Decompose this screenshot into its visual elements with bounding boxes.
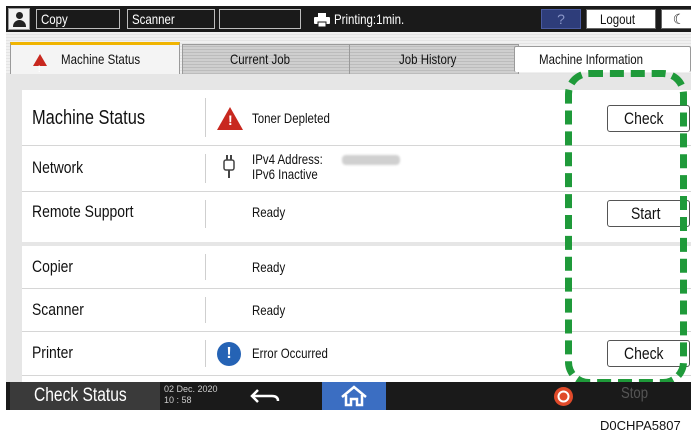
divider — [205, 154, 206, 183]
network-status: IPv4 Address: IPv6 Inactive — [252, 151, 401, 182]
moon-icon: ☾ — [672, 11, 686, 27]
empty-app-button[interactable] — [219, 9, 301, 29]
figure-caption: D0CHPA5807 — [600, 418, 681, 433]
copy-button[interactable]: Copy — [36, 9, 120, 29]
printer-icon — [314, 13, 330, 28]
divider — [205, 200, 206, 228]
row-status: Ready — [252, 259, 286, 275]
logout-label: Logout — [599, 11, 635, 27]
top-bar: Copy Scanner Printing:1min. ? Logout ☾ — [6, 6, 691, 32]
warning-icon — [217, 107, 243, 130]
row-label: Copier — [32, 257, 74, 276]
printing-status-text: Printing:1min. — [334, 11, 405, 27]
help-button[interactable]: ? — [541, 9, 581, 29]
scanner-button[interactable]: Scanner — [127, 9, 215, 29]
tab-machine-status[interactable]: Machine Status — [10, 42, 180, 83]
bottom-bar: Check Status 02 Dec. 2020 10 : 58 Stop — [6, 382, 691, 410]
copy-label: Copy — [41, 11, 68, 27]
redacted-ip-address — [342, 155, 401, 166]
tab-machine-information[interactable]: Machine Information — [514, 46, 691, 72]
row-label: Printer — [32, 343, 74, 362]
tab-job-history[interactable]: Job History — [349, 44, 519, 74]
check-status-button[interactable]: Check Status — [10, 382, 160, 410]
divider — [205, 340, 206, 367]
row-status: Toner Depleted — [252, 110, 330, 126]
row-status: Error Occurred — [252, 345, 328, 361]
logout-button[interactable]: Logout — [586, 9, 656, 29]
home-button[interactable] — [322, 382, 386, 410]
divider — [205, 98, 206, 137]
date-text: 02 Dec. 2020 — [164, 384, 218, 394]
ipv6-status: IPv6 Inactive — [252, 166, 318, 182]
stop-icon[interactable] — [554, 387, 573, 406]
tab-label: Machine Information — [539, 51, 644, 67]
tab-label: Job History — [398, 51, 457, 67]
date-time: 02 Dec. 2020 10 : 58 — [164, 384, 218, 406]
row-label: Network — [32, 158, 84, 177]
ipv4-address-label: IPv4 Address: — [252, 151, 323, 167]
tab-label: Current Job — [230, 51, 291, 67]
network-plug-icon — [223, 155, 235, 178]
time-text: 10 : 58 — [164, 395, 192, 405]
row-status: Ready — [252, 302, 286, 318]
row-status: Ready — [252, 204, 286, 220]
warning-icon — [32, 54, 47, 83]
row-label: Scanner — [32, 300, 84, 319]
info-icon: ! — [217, 342, 241, 366]
home-icon — [341, 385, 367, 407]
tab-label: Machine Status — [60, 51, 140, 67]
night-mode-button[interactable]: ☾ — [661, 9, 691, 29]
row-label: Machine Status — [32, 107, 146, 129]
tab-current-job[interactable]: Current Job — [182, 44, 352, 74]
row-label: Remote Support — [32, 202, 134, 221]
divider — [205, 297, 206, 323]
highlight-callout — [565, 70, 687, 386]
check-status-label: Check Status — [34, 385, 127, 406]
scanner-label: Scanner — [132, 11, 175, 27]
divider — [205, 254, 206, 280]
back-arrow-icon[interactable] — [244, 384, 288, 408]
stop-button[interactable]: Stop — [621, 385, 648, 403]
printing-status: Printing:1min. — [314, 10, 420, 28]
tab-strip: Machine Status Current Job Job History M… — [6, 32, 691, 83]
user-icon[interactable] — [8, 8, 30, 30]
